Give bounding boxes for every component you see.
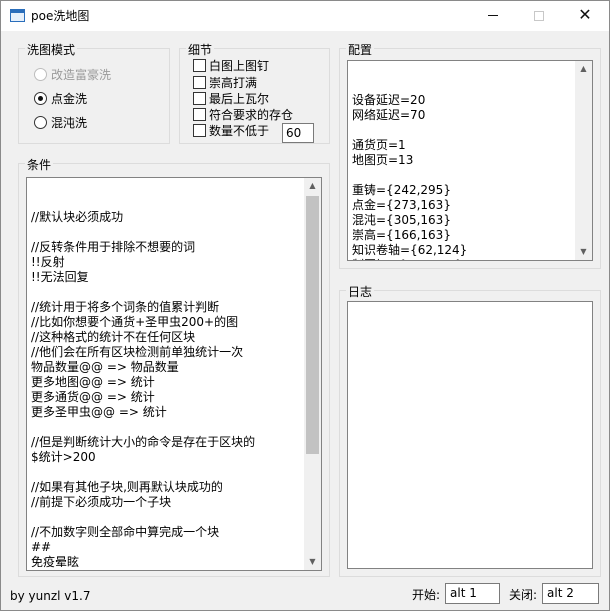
text-line: //如果有其他子块,则再默认块成功的 (31, 480, 223, 494)
text-line: //比如你想要个通货+圣甲虫200+的图 (31, 315, 239, 329)
text-line: 点金={273,163} (352, 198, 451, 212)
radio-label: 点金洗 (51, 92, 88, 106)
radio-circle (34, 92, 47, 105)
text-line: 更多圣甲虫@@ => 统计 (31, 405, 167, 419)
text-line: 免疫晕眩 (31, 555, 80, 569)
checkbox-box (193, 59, 206, 72)
app-window: poe洗地图 ✕ 洗图模式 改造富豪洗 点金洗 混沌洗 细节 白图上图钉 崇高打… (0, 0, 610, 611)
maximize-button[interactable] (516, 1, 562, 31)
log-textarea[interactable] (347, 301, 593, 569)
text-line: //他们会在所有区块检测前单独统计一次 (31, 345, 244, 359)
close-hotkey-input[interactable]: alt 2 (542, 583, 599, 604)
checkbox-label: 白图上图钉 (209, 59, 270, 73)
scroll-down-icon[interactable]: ▼ (304, 554, 321, 570)
text-line (31, 510, 299, 525)
text-line: 免疫元素异常 (31, 570, 299, 571)
checkbox-label: 符合要求的存仓 (209, 108, 294, 122)
conditions-group-label: 条件 (25, 156, 54, 173)
checkbox-box (193, 76, 206, 89)
text-line (352, 123, 572, 138)
checkbox-box (193, 108, 206, 121)
checkbox-label: 最后上瓦尔 (209, 92, 270, 106)
minimize-icon (488, 15, 498, 16)
text-line: 物品数量@@ => 物品数量 (31, 360, 179, 374)
text-line: !!反射 (31, 255, 65, 269)
text-line: 重铸={242,295} (352, 183, 451, 197)
text-line: //统计用于将多个词条的值累计判断 (31, 300, 220, 314)
radio-label: 改造富豪洗 (51, 68, 112, 82)
text-line (31, 420, 299, 435)
scroll-up-icon[interactable]: ▲ (575, 61, 592, 77)
text-line: 设备延迟=20 (352, 93, 426, 107)
config-group-label: 配置 (346, 41, 375, 58)
text-line: //默认块必须成功 (31, 210, 124, 224)
title-bar[interactable]: poe洗地图 ✕ (1, 1, 609, 31)
close-icon: ✕ (578, 5, 592, 24)
radio-circle (34, 116, 47, 129)
conditions-textarea[interactable]: //默认块必须成功 //反转条件用于排除不想要的词 !!反射 !!无法回复 //统计用于… (26, 177, 322, 571)
scroll-up-icon[interactable]: ▲ (304, 178, 321, 194)
scroll-thumb[interactable] (306, 196, 319, 454)
maximize-icon (534, 11, 544, 21)
quantity-input[interactable]: 60 (282, 123, 314, 143)
minimize-button[interactable] (470, 1, 516, 31)
check-exalt-fill[interactable]: 崇高打满 (193, 75, 257, 91)
mode-group-label: 洗图模式 (25, 41, 78, 58)
log-group-label: 日志 (346, 283, 375, 300)
check-stash-matching[interactable]: 符合要求的存仓 (193, 107, 293, 123)
checkbox-box (193, 92, 206, 105)
conditions-scrollbar[interactable]: ▲ ▼ (304, 178, 321, 570)
text-line: //不加数字则全部命中算完成一个块 (31, 525, 220, 539)
text-line (352, 168, 572, 183)
checkbox-box (193, 124, 206, 137)
scroll-down-icon[interactable]: ▼ (575, 244, 592, 260)
text-line: 制图钉={339,124} (352, 258, 572, 260)
config-textarea[interactable]: 设备延迟=20 网络延迟=70 通货页=1 地图页=13 重铸={242,295} 点金=… (347, 60, 593, 261)
text-line: 更多地图@@ => 统计 (31, 375, 155, 389)
text-line (31, 225, 299, 240)
check-vaal-last[interactable]: 最后上瓦尔 (193, 91, 269, 107)
window-title: poe洗地图 (31, 9, 90, 23)
conditions-lines: //默认块必须成功 //反转条件用于排除不想要的词 !!反射 !!无法回复 //统计用于… (31, 210, 299, 571)
text-line: ## (31, 540, 52, 554)
radio-circle (34, 68, 47, 81)
text-line: //前提下必须成功一个子块 (31, 495, 172, 509)
check-white-map-pin[interactable]: 白图上图钉 (193, 58, 269, 74)
radio-alchemy[interactable]: 点金洗 (34, 91, 87, 107)
config-lines: 设备延迟=20 网络延迟=70 通货页=1 地图页=13 重铸={242,295} 点金=… (352, 93, 572, 260)
check-min-quantity[interactable]: 数量不低于 (193, 123, 269, 139)
radio-chaos[interactable]: 混沌洗 (34, 115, 87, 131)
text-line: 更多通货@@ => 统计 (31, 390, 155, 404)
radio-label: 混沌洗 (51, 116, 88, 130)
text-line (31, 465, 299, 480)
text-line (31, 285, 299, 300)
config-scrollbar[interactable]: ▲ ▼ (575, 61, 592, 260)
checkbox-label: 崇高打满 (209, 76, 258, 90)
text-line: //反转条件用于排除不想要的词 (31, 240, 196, 254)
text-line: //但是判断统计大小的命令是存在于区块的 (31, 435, 256, 449)
app-window-icon (10, 9, 25, 22)
text-line: 混沌={305,163} (352, 213, 451, 227)
start-hotkey-input[interactable]: alt 1 (445, 583, 500, 604)
version-label: by yunzl v1.7 (10, 589, 91, 603)
text-line: //这种格式的统计不在任何区块 (31, 330, 196, 344)
start-hotkey-label: 开始: (412, 588, 441, 602)
close-hotkey-label: 关闭: (509, 588, 538, 602)
detail-group-label: 细节 (186, 41, 215, 58)
radio-alteration-regal[interactable]: 改造富豪洗 (34, 67, 111, 83)
text-line: 崇高={166,163} (352, 228, 451, 242)
checkbox-label: 数量不低于 (209, 124, 270, 138)
text-line: 知识卷轴={62,124} (352, 243, 468, 257)
text-line: !!无法回复 (31, 270, 89, 284)
text-line: 网络延迟=70 (352, 108, 426, 122)
text-line: $统计>200 (31, 450, 96, 464)
close-button[interactable]: ✕ (562, 1, 608, 31)
text-line: 通货页=1 (352, 138, 406, 152)
text-line: 地图页=13 (352, 153, 414, 167)
